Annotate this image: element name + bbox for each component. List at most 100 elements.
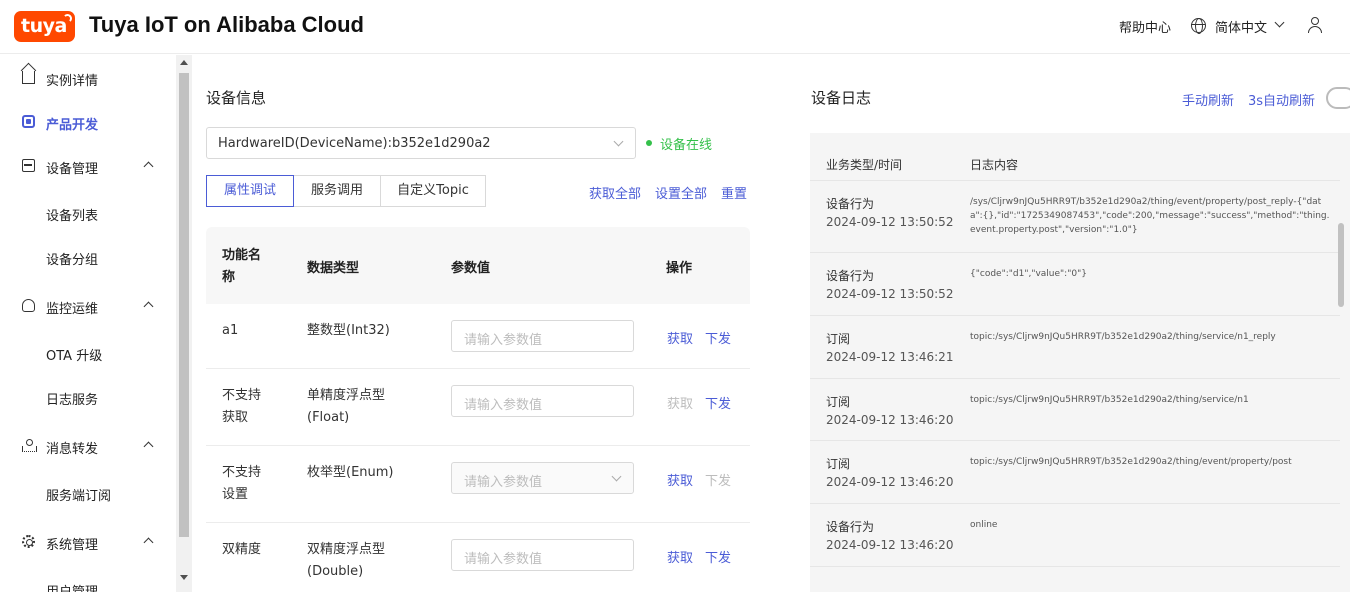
- param-value-input[interactable]: 请输入参数值: [451, 385, 634, 417]
- device-log-title: 设备日志: [811, 89, 872, 107]
- tab-custom-topic[interactable]: 自定义Topic: [380, 175, 486, 207]
- log-entry: 订阅 2024-09-12 13:46:20 topic:/sys/Cljrw9…: [810, 441, 1340, 504]
- table-row: 不支持获取 单精度浮点型(Float) 请输入参数值 获取 下发: [206, 369, 750, 446]
- log-scrollbar-thumb[interactable]: [1338, 223, 1344, 307]
- send-value-link[interactable]: 下发: [705, 547, 731, 566]
- top-header: tuya Tuya IoT on Alibaba Cloud 帮助中心 简体中文: [0, 0, 1350, 54]
- log-content: {"code":"d1","value":"0"}: [970, 269, 1087, 279]
- sidebar-item-instance[interactable]: 实例详情: [0, 56, 176, 100]
- param-value-input[interactable]: 请输入参数值: [451, 539, 634, 571]
- sidebar-item-device-mgmt[interactable]: 设备管理: [0, 144, 176, 188]
- log-entry: 设备行为 2024-09-12 13:50:52 {"code":"d1","v…: [810, 253, 1340, 316]
- log-type: 订阅: [826, 395, 851, 409]
- sidebar-item-message[interactable]: 消息转发: [0, 424, 176, 468]
- sidebar-item-system[interactable]: 系统管理: [0, 520, 176, 564]
- tuya-logo[interactable]: tuya: [14, 11, 75, 42]
- message-forward-icon: [22, 439, 37, 452]
- sidebar-item-monitoring[interactable]: 监控运维: [0, 284, 176, 328]
- input-placeholder: 请输入参数值: [464, 475, 543, 490]
- input-placeholder: 请输入参数值: [464, 398, 543, 413]
- auto-refresh-label: 3s自动刷新: [1248, 94, 1316, 109]
- input-placeholder: 请输入参数值: [464, 552, 543, 567]
- logo-text: tuya: [21, 15, 67, 37]
- sidebar-item-label: 消息转发: [46, 442, 99, 457]
- chevron-down-icon: [613, 136, 624, 147]
- property-name: 双精度: [222, 542, 262, 557]
- get-all-link[interactable]: 获取全部: [589, 183, 641, 202]
- gear-icon: [22, 535, 35, 548]
- get-value-link[interactable]: 获取: [667, 547, 693, 566]
- sidebar-item-label: 设备管理: [46, 162, 99, 177]
- scroll-down-icon[interactable]: [180, 575, 188, 580]
- device-select[interactable]: HardwareID(DeviceName):b352e1d290a2: [206, 127, 636, 159]
- reset-link[interactable]: 重置: [721, 183, 747, 202]
- log-entry: 订阅 2024-09-12 13:46:20 topic:/sys/Cljrw9…: [810, 379, 1340, 441]
- log-type: 订阅: [826, 332, 851, 346]
- chevron-down-icon[interactable]: [1274, 17, 1285, 28]
- chevron-up-icon: [143, 301, 154, 312]
- log-type: 设备行为: [826, 520, 875, 534]
- get-value-link[interactable]: 获取: [667, 328, 693, 347]
- sidebar-sub-device-list[interactable]: 设备列表: [46, 205, 98, 224]
- scroll-up-icon[interactable]: [180, 60, 188, 65]
- get-value-link[interactable]: 获取: [667, 470, 693, 489]
- table-row: a1 整数型(Int32) 请输入参数值 获取 下发: [206, 304, 750, 369]
- auto-refresh-toggle[interactable]: [1326, 87, 1350, 109]
- monitor-icon: [22, 299, 35, 312]
- table-row: 不支持设置 枚举型(Enum) 请输入参数值 获取 下发: [206, 446, 750, 523]
- device-status: 设备在线: [660, 138, 713, 153]
- column-header-name: 功能名称: [222, 248, 262, 285]
- column-header-value: 参数值: [451, 261, 491, 276]
- sidebar-item-label: 产品开发: [46, 118, 99, 133]
- log-scrollbar[interactable]: [1338, 133, 1346, 573]
- log-header-type-time: 业务类型/时间: [826, 158, 903, 172]
- log-type: 设备行为: [826, 269, 875, 283]
- log-content: online: [970, 520, 998, 530]
- log-entry: 设备行为 2024-09-12 13:50:52 /sys/Cljrw9nJQu…: [810, 181, 1340, 253]
- property-type: 单精度浮点型(Float): [307, 388, 386, 425]
- sidebar-sub-user-mgmt[interactable]: 用户管理: [46, 581, 98, 592]
- device-icon: [22, 159, 35, 172]
- chevron-down-icon: [611, 471, 622, 482]
- log-content: topic:/sys/Cljrw9nJQu5HRR9T/b352e1d290a2…: [970, 332, 1276, 342]
- get-value-link-disabled: 获取: [667, 397, 694, 412]
- chevron-up-icon: [143, 441, 154, 452]
- property-type: 整数型(Int32): [307, 323, 390, 338]
- scrollbar-thumb[interactable]: [179, 73, 189, 537]
- sidebar-scrollbar[interactable]: [176, 55, 192, 592]
- home-icon: [22, 71, 35, 84]
- sidebar-sub-log-service[interactable]: 日志服务: [46, 389, 98, 408]
- sidebar-sub-device-group[interactable]: 设备分组: [46, 249, 98, 268]
- send-value-link[interactable]: 下发: [705, 328, 731, 347]
- manual-refresh-link[interactable]: 手动刷新: [1182, 90, 1234, 109]
- sidebar-item-product[interactable]: 产品开发: [0, 100, 176, 144]
- log-content: topic:/sys/Cljrw9nJQu5HRR9T/b352e1d290a2…: [970, 457, 1292, 467]
- log-time: 2024-09-12 13:50:52: [826, 215, 954, 229]
- app-title: Tuya IoT on Alibaba Cloud: [89, 12, 364, 37]
- property-name: a1: [222, 323, 239, 338]
- globe-icon[interactable]: [1191, 18, 1206, 34]
- send-value-link[interactable]: 下发: [705, 393, 731, 412]
- help-center-link[interactable]: 帮助中心: [1119, 17, 1171, 36]
- log-time: 2024-09-12 13:46:21: [826, 350, 954, 364]
- product-icon: [22, 115, 35, 128]
- user-icon[interactable]: [1308, 17, 1322, 35]
- tab-property-debug[interactable]: 属性调试: [206, 175, 294, 207]
- set-all-link[interactable]: 设置全部: [655, 183, 707, 202]
- log-header-content: 日志内容: [970, 158, 1019, 172]
- sidebar: 实例详情 产品开发 设备管理 设备列表 设备分组 监控运维 OTA 升级 日志服…: [0, 55, 176, 592]
- language-selector[interactable]: 简体中文: [1215, 17, 1267, 36]
- sidebar-sub-server-subscription[interactable]: 服务端订阅: [46, 485, 111, 504]
- property-name: 不支持获取: [222, 388, 262, 425]
- tab-service-call[interactable]: 服务调用: [293, 175, 381, 207]
- log-entry: 设备行为 2024-09-12 13:46:20 online: [810, 504, 1340, 567]
- param-value-input[interactable]: 请输入参数值: [451, 320, 634, 352]
- column-header-operation: 操作: [666, 261, 693, 276]
- chevron-up-icon: [143, 537, 154, 548]
- log-time: 2024-09-12 13:46:20: [826, 538, 954, 552]
- log-content: /sys/Cljrw9nJQu5HRR9T/b352e1d290a2/thing…: [970, 197, 1330, 235]
- log-content: topic:/sys/Cljrw9nJQu5HRR9T/b352e1d290a2…: [970, 395, 1249, 405]
- sidebar-sub-ota[interactable]: OTA 升级: [46, 345, 102, 364]
- param-value-select[interactable]: 请输入参数值: [451, 462, 634, 494]
- log-panel: 业务类型/时间 日志内容 设备行为 2024-09-12 13:50:52 /s…: [810, 133, 1350, 592]
